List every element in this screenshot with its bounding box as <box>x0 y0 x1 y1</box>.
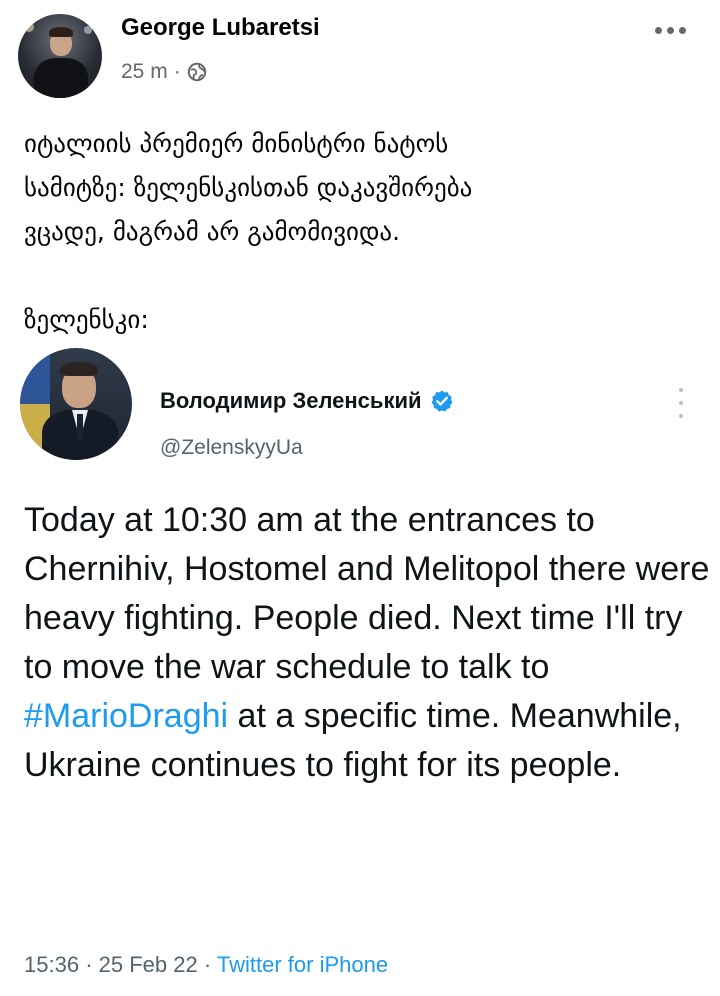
avatar-figure <box>34 58 88 98</box>
tweet-text: Today at 10:30 am at the entrances to Ch… <box>24 496 714 790</box>
avatar-hair <box>60 362 98 376</box>
post-header: George Lubaretsi 25 m · <box>0 0 720 110</box>
tweet-footer: 15:36 · 25 Feb 22 · Twitter for iPhone <box>24 952 388 978</box>
hashtag-link[interactable]: #MarioDraghi <box>24 697 228 735</box>
tweet-avatar[interactable] <box>20 348 132 460</box>
tweet-text-part: Today at 10:30 am at the entrances to Ch… <box>24 501 710 686</box>
more-horizontal-icon[interactable] <box>650 20 690 40</box>
tweet-time: 15:36 <box>24 952 80 977</box>
post-text-line: ვცადე, მაგრამ არ გამომივიდა. <box>24 217 401 246</box>
tweet-author[interactable]: Володимир Зеленський <box>160 388 454 414</box>
avatar-tie <box>77 414 83 440</box>
more-vertical-icon[interactable] <box>677 388 685 418</box>
post-time[interactable]: 25 m <box>121 60 168 84</box>
author-name[interactable]: George Lubaretsi <box>121 14 320 42</box>
meta-separator: · <box>173 60 181 83</box>
tweet-date: 25 Feb 22 <box>98 952 198 977</box>
globe-icon <box>187 62 206 82</box>
post-text-label: ზელენსკი: <box>24 305 149 334</box>
footer-separator: · <box>85 952 93 977</box>
post-text-line: სამიტზე: ზელენსკისთან დაკავშირება <box>24 173 473 202</box>
tweet-source-link[interactable]: Twitter for iPhone <box>217 952 388 977</box>
avatar-light <box>24 22 34 32</box>
author-avatar[interactable] <box>18 14 102 98</box>
footer-separator: · <box>203 952 212 977</box>
tweet-author-name[interactable]: Володимир Зеленський <box>160 388 422 414</box>
post-text: იტალიის პრემიერ მინისტრი ნატოს სამიტზე: … <box>24 122 704 342</box>
post-meta: 25 m · <box>121 60 207 84</box>
post-text-line: იტალიის პრემიერ მინისტრი ნატოს <box>24 129 449 158</box>
avatar-hair <box>49 27 73 37</box>
avatar-light <box>84 26 92 34</box>
tweet-handle[interactable]: @ZelenskyyUa <box>160 436 303 460</box>
verified-icon <box>431 390 452 412</box>
